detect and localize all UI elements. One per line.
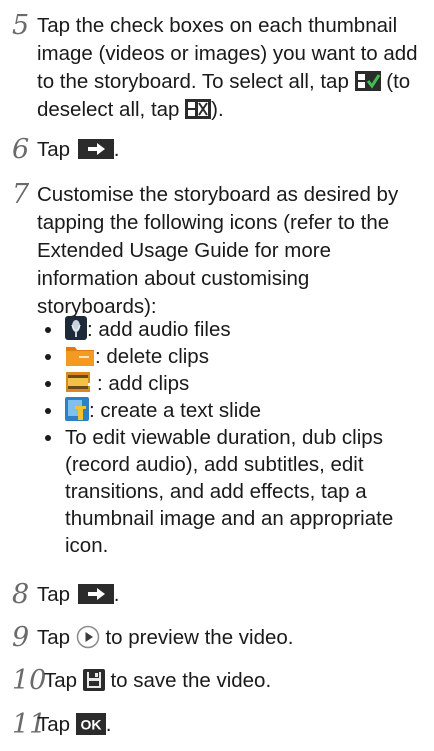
bullet — [45, 381, 51, 387]
step-number: 7 — [12, 179, 30, 210]
list-item: : create a text slide — [37, 397, 429, 424]
step-text: Tap to preview the video. — [37, 624, 429, 652]
step-text-part: to save the video. — [110, 669, 272, 692]
step-text: Tap . — [37, 136, 429, 164]
bullet — [45, 354, 51, 360]
list-item: : add audio files — [37, 316, 429, 343]
instruction-page: 5 Tap the check boxes on each thumbnail … — [0, 0, 434, 751]
step-number: 10 — [12, 665, 47, 696]
step-text-part: Tap — [37, 626, 71, 649]
save-icon — [82, 669, 105, 691]
delete-clips-icon — [65, 343, 95, 367]
step-number: 8 — [12, 579, 30, 610]
step-text-part: ). — [211, 98, 224, 121]
next-arrow-icon — [77, 139, 114, 159]
list-item: : add clips — [37, 370, 429, 397]
step-text: Tap the check boxes on each thumbnail im… — [37, 12, 429, 124]
next-arrow-icon — [77, 584, 114, 604]
step-text: Tap to save the video. — [44, 667, 434, 695]
step-text-part: Tap — [37, 583, 71, 606]
step-text-part: . — [113, 583, 120, 606]
list-item-text: : add audio files — [87, 318, 231, 341]
step-text-part: . — [105, 713, 112, 736]
ok-icon: OK — [75, 713, 106, 735]
bullet — [45, 327, 51, 333]
step-text: Tap OK . — [37, 711, 429, 739]
play-icon — [76, 625, 100, 649]
list-item-text: : create a text slide — [89, 399, 262, 422]
deselect-all-icon — [185, 98, 212, 120]
bullet — [45, 435, 51, 441]
step-text-part: . — [113, 138, 120, 161]
list-item-text: To edit viewable duration, dub clips (re… — [65, 426, 394, 557]
list-item-text: : add clips — [97, 372, 190, 395]
step-number: 6 — [12, 134, 30, 165]
add-clips-icon — [65, 370, 97, 394]
step-text: Tap . — [37, 581, 429, 609]
storyboard-icon-list: : add audio files : delete clips : add c… — [37, 316, 429, 559]
step-text-part: to preview the video. — [105, 626, 294, 649]
step-number: 5 — [12, 10, 30, 41]
audio-icon — [65, 316, 87, 340]
list-item: To edit viewable duration, dub clips (re… — [37, 424, 429, 559]
text-slide-icon — [65, 397, 89, 421]
list-item-text: : delete clips — [95, 345, 209, 368]
step-text-part: Tap — [44, 669, 78, 692]
select-all-icon — [354, 70, 381, 92]
step-text-part: Tap — [37, 138, 71, 161]
step-number: 9 — [12, 622, 30, 653]
step-text-part: Tap — [37, 713, 71, 736]
ok-icon-label: OK — [80, 717, 101, 733]
bullet — [45, 408, 51, 414]
list-item: : delete clips — [37, 343, 429, 370]
step-text: Customise the storyboard as desired by t… — [37, 183, 399, 318]
